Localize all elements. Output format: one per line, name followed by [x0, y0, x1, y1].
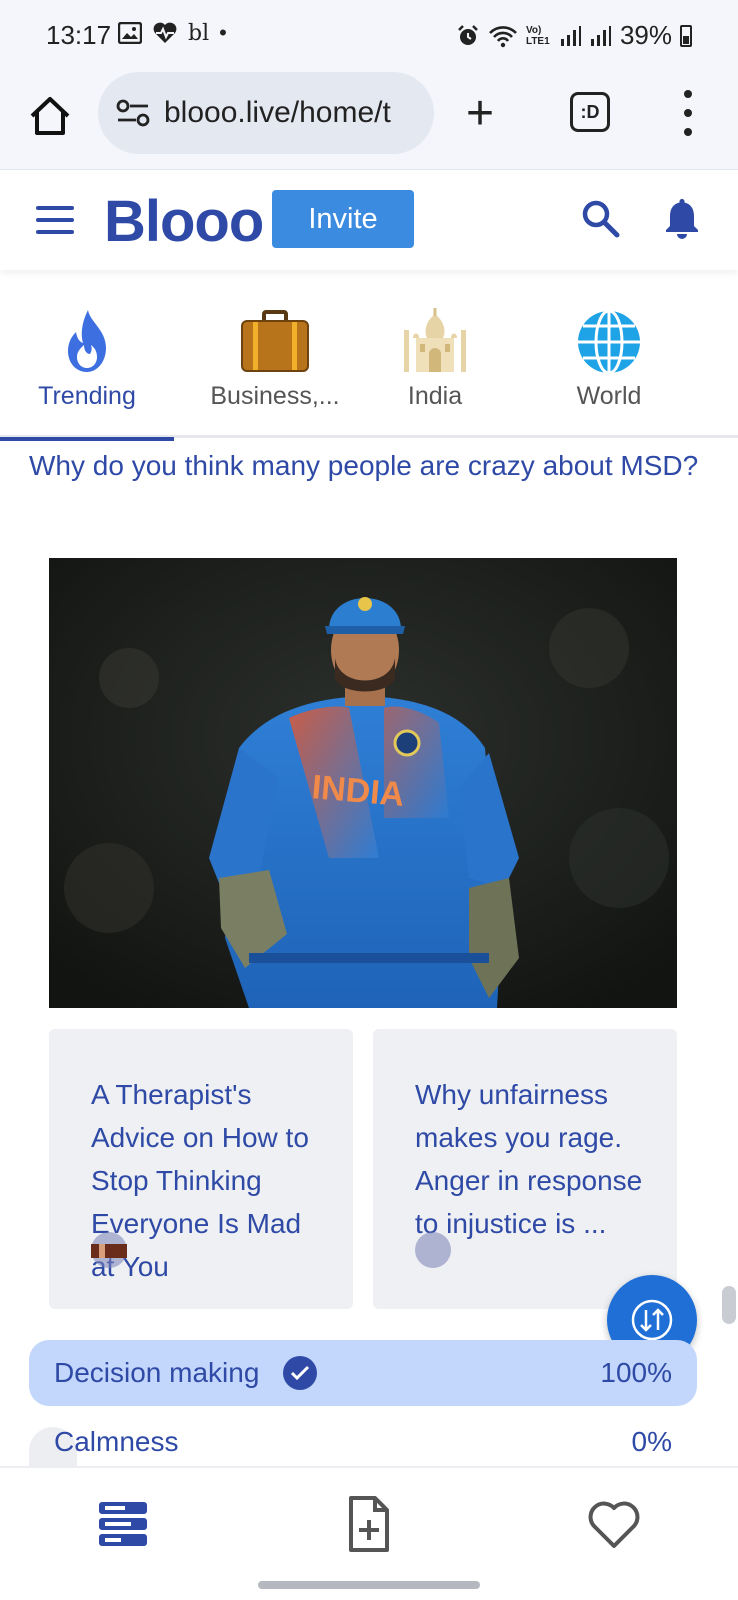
- url-text[interactable]: blooo.live/home/t: [164, 96, 391, 130]
- network-label: Vo) LTE1: [525, 24, 550, 47]
- tab-label: India: [407, 382, 463, 410]
- home-icon[interactable]: [28, 94, 72, 138]
- site-settings-icon[interactable]: [116, 98, 150, 128]
- battery-percent: 39%: [619, 20, 672, 50]
- flame-icon: [68, 310, 106, 372]
- hamburger-menu-icon[interactable]: [36, 206, 74, 234]
- search-icon[interactable]: [580, 198, 620, 238]
- tab-business[interactable]: Business,...: [188, 296, 362, 438]
- briefcase-icon: [241, 310, 309, 372]
- new-tab-icon[interactable]: +: [466, 90, 494, 138]
- invite-button[interactable]: Invite: [272, 190, 414, 248]
- status-extra-text: bl: [188, 20, 210, 46]
- battery-icon: [680, 24, 692, 47]
- category-tabs: Trending Business,... India World: [0, 296, 738, 441]
- gesture-bar: [258, 1581, 480, 1589]
- status-system-icons: Vo) LTE1 39%: [456, 20, 692, 51]
- avatar-image-icon: [91, 1244, 127, 1258]
- app-header: Blooo Invite: [0, 170, 738, 270]
- post-image[interactable]: INDIA: [49, 558, 677, 1008]
- tab-label: World: [576, 382, 642, 410]
- feed-icon[interactable]: [95, 1496, 151, 1552]
- favorites-icon[interactable]: [586, 1496, 642, 1552]
- jersey-text: INDIA: [310, 768, 406, 814]
- poll-option-label: Decision making: [54, 1357, 260, 1388]
- tab-label: Business,...: [210, 382, 340, 410]
- scrollbar-thumb[interactable]: [722, 1286, 736, 1324]
- post-question[interactable]: Why do you think many people are crazy a…: [29, 442, 709, 490]
- logo[interactable]: Blooo: [104, 188, 264, 255]
- related-card[interactable]: Why unfairness makes you rage. Anger in …: [373, 1029, 677, 1309]
- alarm-icon: [458, 24, 478, 45]
- author-avatar: [91, 1232, 127, 1268]
- wifi-icon: [489, 25, 517, 47]
- signal-icon-2: [590, 25, 611, 46]
- tab-india[interactable]: India: [348, 296, 522, 438]
- bell-icon[interactable]: [662, 196, 702, 240]
- poll-option-label: Calmness: [54, 1426, 179, 1457]
- heart-monitor-icon: [153, 22, 177, 43]
- overflow-menu-icon[interactable]: [678, 90, 698, 136]
- author-avatar: [415, 1232, 451, 1268]
- check-icon: [283, 1356, 318, 1390]
- signal-icon: [560, 25, 581, 46]
- poll-option-percent: 0%: [631, 1426, 672, 1457]
- poll-option-decision-making[interactable]: Decision making 100%: [29, 1340, 697, 1406]
- image-icon: [118, 22, 142, 44]
- related-card-title: Why unfairness makes you rage. Anger in …: [415, 1079, 643, 1239]
- status-bar: 13:17 bl • Vo) LTE1 39%: [0, 0, 738, 72]
- browser-toolbar: blooo.live/home/t + :D: [0, 72, 738, 170]
- tab-trending[interactable]: Trending: [0, 296, 174, 441]
- bottom-navigation: [0, 1466, 738, 1570]
- poll-option-percent: 100%: [600, 1357, 672, 1388]
- tab-label: Trending: [38, 382, 136, 410]
- status-dot: •: [219, 20, 227, 45]
- swap-vertical-icon: [631, 1299, 673, 1341]
- tab-world[interactable]: World: [522, 296, 696, 438]
- globe-icon: [578, 309, 640, 375]
- add-post-icon[interactable]: [341, 1496, 397, 1552]
- status-time: 13:17: [46, 20, 112, 50]
- poll-option-calmness[interactable]: Calmness 0%: [29, 1426, 697, 1466]
- status-notification-icons: bl •: [118, 20, 227, 46]
- taj-mahal-icon: [404, 308, 466, 372]
- cricketer-photo: INDIA: [49, 558, 677, 1008]
- tabs-icon[interactable]: :D: [570, 92, 610, 132]
- address-bar[interactable]: blooo.live/home/t: [98, 72, 434, 154]
